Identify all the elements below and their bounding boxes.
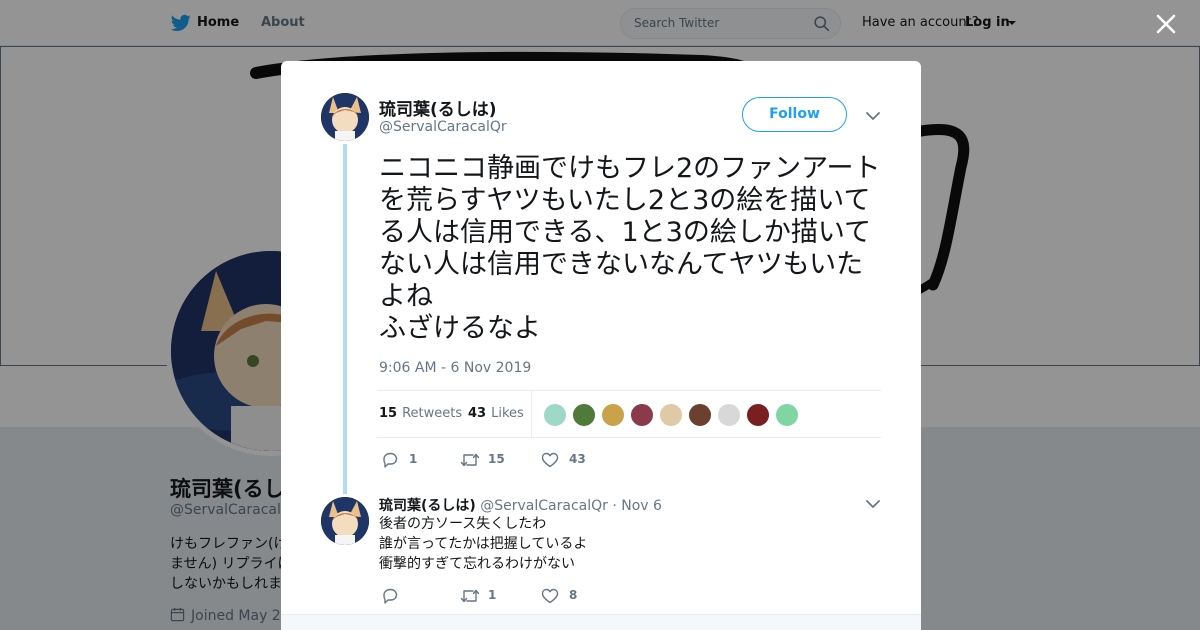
- liker-avatar[interactable]: [630, 403, 654, 427]
- avatar-illustration: [321, 93, 369, 141]
- liker-avatar[interactable]: [775, 403, 799, 427]
- reply-text: 後者の方ソース失くしたわ 誰が言ってたかは把握しているよ 衝撃的すぎて忘れるわけ…: [379, 516, 588, 572]
- close-icon[interactable]: [1154, 12, 1178, 36]
- liker-avatar[interactable]: [659, 403, 683, 427]
- likes-stat[interactable]: 43 Likes: [468, 406, 524, 421]
- tweet-author-name[interactable]: 琉司葉(るしは): [379, 95, 497, 120]
- liker-avatar[interactable]: [688, 403, 712, 427]
- reply-count: 1: [409, 452, 418, 466]
- reply-icon: [383, 588, 398, 604]
- retweet-icon: [460, 453, 480, 467]
- retweet-count: 1: [488, 588, 497, 602]
- retweet-icon: [460, 589, 480, 603]
- tweet-permalink-modal: 琉司葉(るしは) @ServalCaracalQr Follow ニコニコ静画で…: [281, 61, 921, 630]
- reply-author-name[interactable]: 琉司葉(るしは): [379, 498, 476, 514]
- tweet-text: ニコニコ静画でけもフレ2のファンアートを荒らすヤツもいたし2と3の絵を描いてる人…: [379, 153, 881, 344]
- likes-label: Likes: [491, 406, 524, 421]
- tweet-timestamp[interactable]: 9:06 AM - 6 Nov 2019: [379, 360, 531, 376]
- chevron-down-icon[interactable]: [866, 499, 880, 509]
- tweet-stats: 15 Retweets 43 Likes: [377, 390, 881, 438]
- reply-author-handle[interactable]: @ServalCaracalQr: [480, 498, 608, 514]
- likes-count: 43: [468, 406, 487, 421]
- heart-icon: [541, 452, 559, 468]
- reply-header: 琉司葉(るしは) @ServalCaracalQr · Nov 6: [379, 495, 662, 515]
- like-count: 43: [569, 452, 586, 466]
- liker-avatar[interactable]: [572, 403, 596, 427]
- retweets-stat[interactable]: 15 Retweets: [379, 406, 462, 421]
- avatar-illustration: [321, 497, 369, 545]
- reply-date[interactable]: · Nov 6: [612, 498, 662, 514]
- like-count: 8: [569, 588, 578, 602]
- retweet-count: 15: [488, 452, 505, 466]
- tweet-author-avatar[interactable]: [321, 93, 369, 141]
- retweets-label: Retweets: [402, 406, 463, 421]
- liker-avatar[interactable]: [543, 403, 567, 427]
- stats-divider: [531, 391, 532, 438]
- thread-connector-line: [343, 144, 347, 494]
- heart-icon: [541, 588, 559, 604]
- modal-footer: [281, 614, 921, 630]
- reply-icon: [383, 452, 398, 468]
- liker-avatar[interactable]: [601, 403, 625, 427]
- chevron-down-icon[interactable]: [866, 111, 880, 121]
- follow-button[interactable]: Follow: [742, 97, 847, 132]
- liker-avatar[interactable]: [717, 403, 741, 427]
- reply-author-avatar[interactable]: [321, 497, 369, 545]
- tweet-author-handle[interactable]: @ServalCaracalQr: [379, 119, 507, 135]
- liker-avatar[interactable]: [746, 403, 770, 427]
- retweets-count: 15: [379, 406, 398, 421]
